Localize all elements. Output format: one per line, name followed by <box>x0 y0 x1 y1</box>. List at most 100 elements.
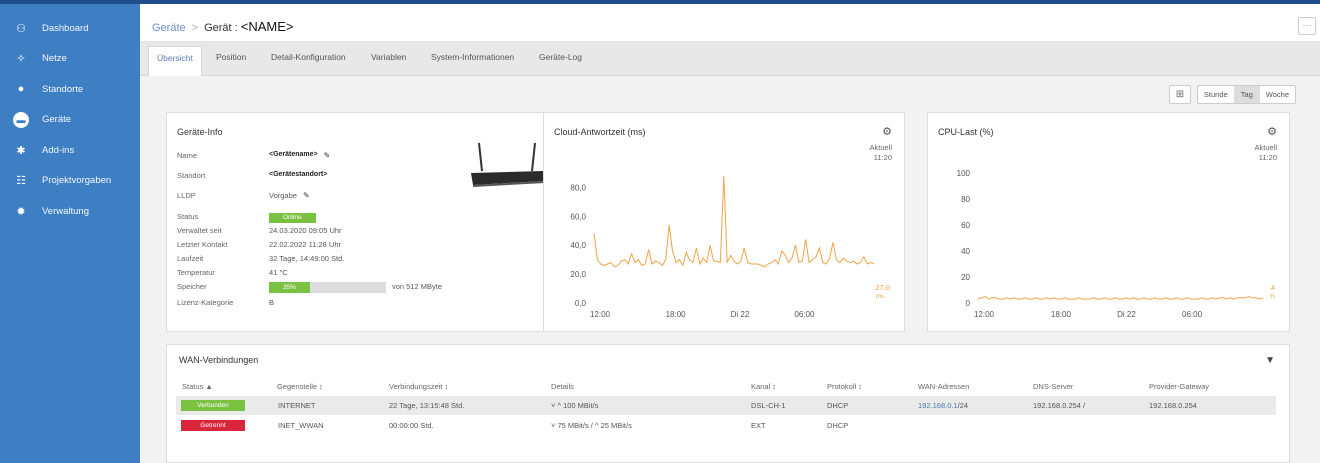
cpu-load-chart: 0 20 40 60 80 100 12:00 18:00 Di 22 06:00 <box>957 169 1264 319</box>
range-stunde-button[interactable]: Stunde <box>1198 86 1235 103</box>
col-header-verbindungszeit[interactable]: Verbindungszeit ↕ <box>389 382 448 391</box>
info-key: Verwaltet seit <box>177 226 222 235</box>
breadcrumb-link-geraete[interactable]: Geräte <box>152 22 186 34</box>
sidebar-item-label: Projektvorgaben <box>42 175 112 187</box>
breadcrumb: Geräte > Gerät : <NAME> <box>152 19 294 34</box>
current-unit: % <box>1269 294 1275 300</box>
col-header-provider-gateway: Provider-Gateway <box>1149 382 1210 391</box>
series-line <box>593 175 875 268</box>
location-pin-icon: ● <box>17 83 25 96</box>
sidebar-item-label: Dashboard <box>42 22 89 34</box>
edit-pencil-icon[interactable]: ✎ <box>303 191 310 202</box>
network-icon: ✧ <box>16 53 26 66</box>
sidebar-item-verwaltung[interactable]: ✹ Verwaltung <box>0 196 140 227</box>
cell-wan-adressen: 192.168.0.1/24 <box>918 401 968 410</box>
info-key: Standort <box>177 171 206 180</box>
wan-address-suffix: /24 <box>957 401 969 410</box>
info-row-laufzeit: Laufzeit 32 Tage, 14:49:00 Std. <box>177 254 487 265</box>
info-value: 32 Tage, 14:49:00 Std. <box>269 254 345 263</box>
status-badge: Getrennt <box>181 420 245 431</box>
col-header-gegenstelle[interactable]: Gegenstelle ↕ <box>277 382 323 391</box>
edit-pencil-icon[interactable]: ✎ <box>324 151 331 162</box>
sidebar-item-projektvorgaben[interactable]: ☷ Projektvorgaben <box>0 166 140 197</box>
tab-uebersicht[interactable]: Übersicht <box>148 46 202 76</box>
table-row[interactable]: Verbunden INTERNET 22 Tage, 13:15:48 Std… <box>176 396 1276 415</box>
y-tick-label: 0 <box>966 299 971 308</box>
page-title: <NAME> <box>240 19 294 34</box>
sidebar-item-netze[interactable]: ✧ Netze <box>0 44 140 75</box>
dashboard-layout-icon[interactable]: ⊞ <box>1168 85 1191 104</box>
x-tick-label: 18:00 <box>1051 310 1072 319</box>
sidebar-item-add-ins[interactable]: ✱ Add-ins <box>0 135 140 166</box>
info-value: <Gerätestandort> <box>269 171 328 178</box>
info-value: Vorgabe <box>269 191 297 200</box>
info-key: Temperatur <box>177 268 215 277</box>
main-content: Geräte > Gerät : <NAME> ··· Übersicht Posi… <box>140 4 1320 463</box>
y-tick-label: 60,0 <box>570 212 586 221</box>
y-tick-label: 80 <box>961 195 970 204</box>
memory-total: von 512 MByte <box>392 282 443 291</box>
device-info-card: Geräte-Info Name <Gerätename> ✎ Standort <G… <box>166 112 552 332</box>
sidebar-item-geraete[interactable]: ▬ Geräte <box>0 105 140 136</box>
x-tick-label: Di 22 <box>1117 310 1136 319</box>
x-tick-label: 18:00 <box>666 310 687 319</box>
dashboard-icon: ⚇ <box>16 22 26 35</box>
toolbar: ⊞ Stunde Tag Woche <box>1168 85 1296 104</box>
cell-kanal: EXT <box>751 421 766 430</box>
cell-provider-gateway: 192.168.0.254 <box>1149 401 1197 410</box>
info-key: LLDP <box>177 191 196 200</box>
info-key: Laufzeit <box>177 254 204 263</box>
y-tick-label: 20,0 <box>570 270 586 279</box>
y-tick-label: 40 <box>961 247 970 256</box>
info-row-lldp: LLDP Vorgabe ✎ <box>177 191 487 202</box>
sidebar-item-standorte[interactable]: ● Standorte <box>0 74 140 105</box>
sidebar: ⚇ Dashboard ✧ Netze ● Standorte ▬ Geräte ✱ Ad… <box>0 4 140 463</box>
tab-system-informationen[interactable]: System-Informationen <box>431 52 514 62</box>
x-tick-label: 12:00 <box>590 310 611 319</box>
more-options-button[interactable]: ··· <box>1298 17 1316 35</box>
col-header-kanal[interactable]: Kanal ↕ <box>751 382 776 391</box>
cloud-response-chart: 0,0 20,0 40,0 60,0 80,0 12:00 18:00 Di 22 06:00 <box>570 175 875 319</box>
table-row[interactable]: Getrennt INET_WWAN 00:00:00 Std. ˅ 75 MB… <box>176 416 1276 435</box>
memory-progress-bar: 35% <box>269 282 386 293</box>
x-tick-label: 12:00 <box>974 310 995 319</box>
range-woche-button[interactable]: Woche <box>1260 86 1295 103</box>
status-badge: Verbunden <box>181 400 245 411</box>
router-image <box>471 142 545 187</box>
col-header-wan-adressen: WAN-Adressen <box>918 382 970 391</box>
current-value: 4 <box>1270 283 1275 292</box>
sidebar-item-label: Add-ins <box>42 144 75 156</box>
range-tag-button[interactable]: Tag <box>1234 86 1260 103</box>
tab-position[interactable]: Position <box>216 52 246 62</box>
tab-geraete-log[interactable]: Geräte-Log <box>539 52 582 62</box>
cell-verbindungszeit: 00:00:00 Std. <box>389 421 434 430</box>
info-row-standort: Standort <Gerätestandort> <box>177 171 487 182</box>
info-key: Status <box>177 212 199 221</box>
puzzle-icon: ✱ <box>16 144 26 157</box>
filter-icon[interactable]: ▼ <box>1265 355 1275 366</box>
wan-address-link[interactable]: 192.168.0.1 <box>918 401 958 410</box>
sidebar-item-label: Netze <box>42 53 67 65</box>
time-range-selector: Stunde Tag Woche <box>1196 85 1296 104</box>
sidebar-item-label: Geräte <box>42 114 72 126</box>
sidebar-item-dashboard[interactable]: ⚇ Dashboard <box>0 13 140 44</box>
info-row-letzter-kontakt: Letzter Kontakt 22.02.2022 11:28 Uhr <box>177 240 487 251</box>
info-row-status: Status Online <box>177 212 487 223</box>
x-tick-label: 06:00 <box>1182 310 1203 319</box>
cell-protokoll: DHCP <box>827 421 849 430</box>
tab-variablen[interactable]: Variablen <box>371 52 406 62</box>
info-key: Speicher <box>177 282 207 291</box>
info-key: Letzter Kontakt <box>177 240 228 249</box>
cell-gegenstelle: INET_WWAN <box>278 421 324 430</box>
tab-detail-konfiguration[interactable]: Detail-Konfiguration <box>271 52 346 62</box>
current-value: 27,0 <box>875 283 890 292</box>
info-row-verwaltet: Verwaltet seit 24.03.2020 09:05 Uhr <box>177 226 487 237</box>
x-tick-label: 06:00 <box>794 310 815 319</box>
col-header-protokoll[interactable]: Protokoll ↕ <box>827 382 862 391</box>
info-value: 41 °C <box>269 268 288 277</box>
current-unit: ms <box>876 294 884 300</box>
y-tick-label: 40,0 <box>570 241 586 250</box>
col-header-status[interactable]: Status ▲ <box>182 382 213 391</box>
cell-dns-server: 192.168.0.254 / <box>1033 401 1086 410</box>
cell-gegenstelle: INTERNET <box>278 401 316 410</box>
